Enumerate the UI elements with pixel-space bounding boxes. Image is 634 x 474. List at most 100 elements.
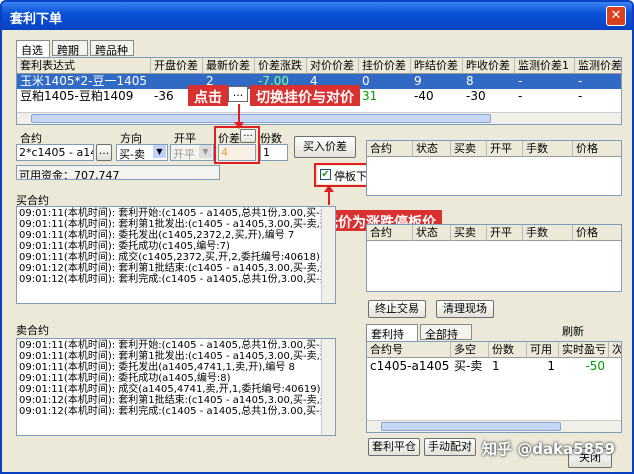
log-line: 09:01:12(本机时间): 套利第1批结束:(c1405 - a1405,3… xyxy=(19,263,334,274)
callout-click: 点击 xyxy=(188,85,228,106)
log-line: 09:01:11(本机时间): 套利第1批发出:(c1405 - a1405,3… xyxy=(19,351,334,362)
buy-contract-log: 09:01:11(本机时间): 套利开始:(c1405 - a1405,总共1份… xyxy=(16,206,336,304)
position-qty: 1 xyxy=(492,359,500,373)
close-arb-button[interactable]: 套利平仓 xyxy=(368,438,420,456)
horizontal-scrollbar[interactable] xyxy=(17,112,621,124)
col-header[interactable]: 对价价差 xyxy=(307,58,359,74)
row-m2: - xyxy=(578,74,583,88)
title-bar: 套利下单 ✕ xyxy=(2,2,632,30)
app-window: 套利下单 ✕ 自选 跨期 跨品种 套利表达式 开盘价差 最新价差 价差涨跌 对价… xyxy=(0,0,634,474)
highlight-box-spread xyxy=(214,126,260,164)
row-pre-close: 8 xyxy=(466,74,474,88)
tab-all-positions[interactable]: 全部持仓 xyxy=(420,324,472,357)
col-header[interactable]: 监测价差1 xyxy=(515,58,575,74)
log-line: 09:01:11(本机时间): 委托发出(a1405,4741,1,卖,开),编… xyxy=(19,362,295,373)
position-contract[interactable]: c1405-a1405 xyxy=(367,359,451,374)
openclose-select[interactable]: 开平 ▼ xyxy=(170,144,214,161)
contract-field[interactable]: 2*c1405 - a1405 xyxy=(16,144,94,161)
row-expr[interactable]: 豆粕1405-豆粕1409 xyxy=(17,89,151,104)
log-line: 09:01:11(本机时间): 委托成功(a1405,编号:8) xyxy=(19,373,231,384)
horizontal-scrollbar[interactable] xyxy=(367,420,621,432)
close-icon[interactable]: ✕ xyxy=(606,6,626,26)
contract-picker-button[interactable]: ... xyxy=(96,144,112,161)
col-header[interactable]: 开平 xyxy=(487,225,523,241)
tab-custom[interactable]: 自选 xyxy=(16,40,50,57)
watermark: 知乎 @daka5859 xyxy=(482,440,615,458)
col-header[interactable]: 买卖 xyxy=(451,225,487,241)
col-header[interactable]: 开盘价差 xyxy=(151,58,203,74)
col-header[interactable]: 昨收价差 xyxy=(463,58,515,74)
buy-spread-button[interactable]: 买入价差 xyxy=(294,136,356,158)
position-pnl: -50 xyxy=(585,359,605,373)
col-header[interactable]: 手数 xyxy=(523,225,573,241)
tab-calendar[interactable]: 跨期 xyxy=(52,40,88,57)
refresh-link[interactable]: 刷新 xyxy=(562,323,584,339)
sell-contract-log: 09:01:11(本机时间): 套利开始:(c1405 - a1405,总共1份… xyxy=(16,338,336,436)
col-header[interactable]: 合约 xyxy=(367,225,413,241)
available-funds: 可用资金：707,747 xyxy=(16,165,220,180)
direction-select[interactable]: 买-卖 ▼ xyxy=(116,144,168,161)
log-line: 09:01:11(本机时间): 套利开始:(c1405 - a1405,总共1份… xyxy=(19,208,336,219)
col-header[interactable]: 最新价差 xyxy=(203,58,255,74)
tab-cross-product[interactable]: 跨品种 xyxy=(90,40,134,57)
positions-grid: 合约号 多空 份数 可用 实时盈亏 次 c1405-a1405 买-卖 1 1 … xyxy=(366,341,622,433)
log-line: 09:01:12(本机时间): 套利第1批结束:(c1405 - a1405,3… xyxy=(19,395,334,406)
col-header[interactable]: 可用 xyxy=(527,342,559,358)
scrollbar-thumb[interactable] xyxy=(31,114,491,123)
scrollbar-thumb[interactable] xyxy=(381,422,561,431)
stop-trading-button[interactable]: 终止交易 xyxy=(368,300,426,318)
col-header[interactable]: 多空 xyxy=(451,342,489,358)
vertical-scrollbar[interactable] xyxy=(321,207,335,303)
col-header[interactable]: 份数 xyxy=(489,342,527,358)
log-line: 09:01:11(本机时间): 套利第1批发出:(c1405 - a1405,3… xyxy=(19,219,334,230)
col-header[interactable]: 状态 xyxy=(413,141,451,157)
arrow-head xyxy=(324,185,334,192)
manual-match-button[interactable]: 手动配对 xyxy=(424,438,476,456)
col-header[interactable]: 买卖 xyxy=(451,141,487,157)
col-header[interactable]: 实时盈亏 xyxy=(559,342,609,358)
col-header[interactable]: 监测价差 xyxy=(575,58,621,74)
direction-value: 买-卖 xyxy=(119,148,145,161)
col-header[interactable]: 状态 xyxy=(413,225,451,241)
chevron-down-icon[interactable]: ▼ xyxy=(199,145,212,158)
col-header[interactable]: 次 xyxy=(609,342,621,358)
position-side: 买-卖 xyxy=(454,359,483,373)
log-line: 09:01:12(本机时间): 套利完成:(c1405 - a1405,总共1份… xyxy=(19,274,336,285)
callout-switch-text: 切换挂价与对价 xyxy=(256,90,354,106)
log-line: 09:01:12(本机时间): 套利完成:(c1405 - a1405,总共1份… xyxy=(19,406,336,417)
log-line: 09:01:11(本机时间): 成交(a1405,4741,卖,开,1,委托编号… xyxy=(19,384,321,395)
row-hang: 31 xyxy=(362,89,378,103)
window-title: 套利下单 xyxy=(10,12,63,27)
vertical-scrollbar[interactable] xyxy=(321,339,335,435)
chevron-down-icon[interactable]: ▼ xyxy=(153,145,166,158)
row-pre-settle: -40 xyxy=(414,89,434,103)
row-pre-close: -30 xyxy=(466,89,486,103)
row-expr: 玉米1405*2-豆一1405 xyxy=(20,74,148,88)
col-header[interactable]: 合约 xyxy=(367,141,413,157)
openclose-value: 开平 xyxy=(173,148,195,161)
fill-grid: 合约 状态 买卖 开平 手数 价格 xyxy=(366,224,622,292)
col-header[interactable]: 套利表达式 xyxy=(17,58,151,74)
col-header[interactable]: 开平 xyxy=(487,141,523,157)
qty-field[interactable]: 1 xyxy=(260,144,288,161)
row-hang: 0 xyxy=(362,74,370,88)
position-avail: 1 xyxy=(547,359,555,373)
log-line: 09:01:11(本机时间): 委托发出(c1405,2372,2,买,开),编… xyxy=(19,230,295,241)
row-pre-settle: 9 xyxy=(414,74,422,88)
arrow-line xyxy=(238,104,240,124)
col-header[interactable]: 昨结价差 xyxy=(411,58,463,74)
clear-scene-button[interactable]: 清理现场 xyxy=(436,300,494,318)
row-m2: - xyxy=(578,89,583,103)
col-header[interactable]: 价格 xyxy=(573,141,621,157)
log-line: 09:01:11(本机时间): 成交(c1405,2372,买,开,2,委托编号… xyxy=(19,252,320,263)
order-grid: 合约 状态 买卖 开平 手数 价格 xyxy=(366,140,622,196)
tab-arb-positions[interactable]: 套利持仓 xyxy=(366,324,418,357)
col-header[interactable]: 手数 xyxy=(523,141,573,157)
col-header[interactable]: 价差涨跌 xyxy=(255,58,307,74)
row-m1: - xyxy=(518,89,523,103)
sell-contract-title: 卖合约 xyxy=(16,324,49,337)
col-header[interactable]: 价格 xyxy=(573,225,621,241)
col-header[interactable]: 合约号 xyxy=(367,342,451,358)
col-header[interactable]: 挂价价差 xyxy=(359,58,411,74)
log-line: 09:01:11(本机时间): 委托成功(c1405,编号:7) xyxy=(19,241,230,252)
